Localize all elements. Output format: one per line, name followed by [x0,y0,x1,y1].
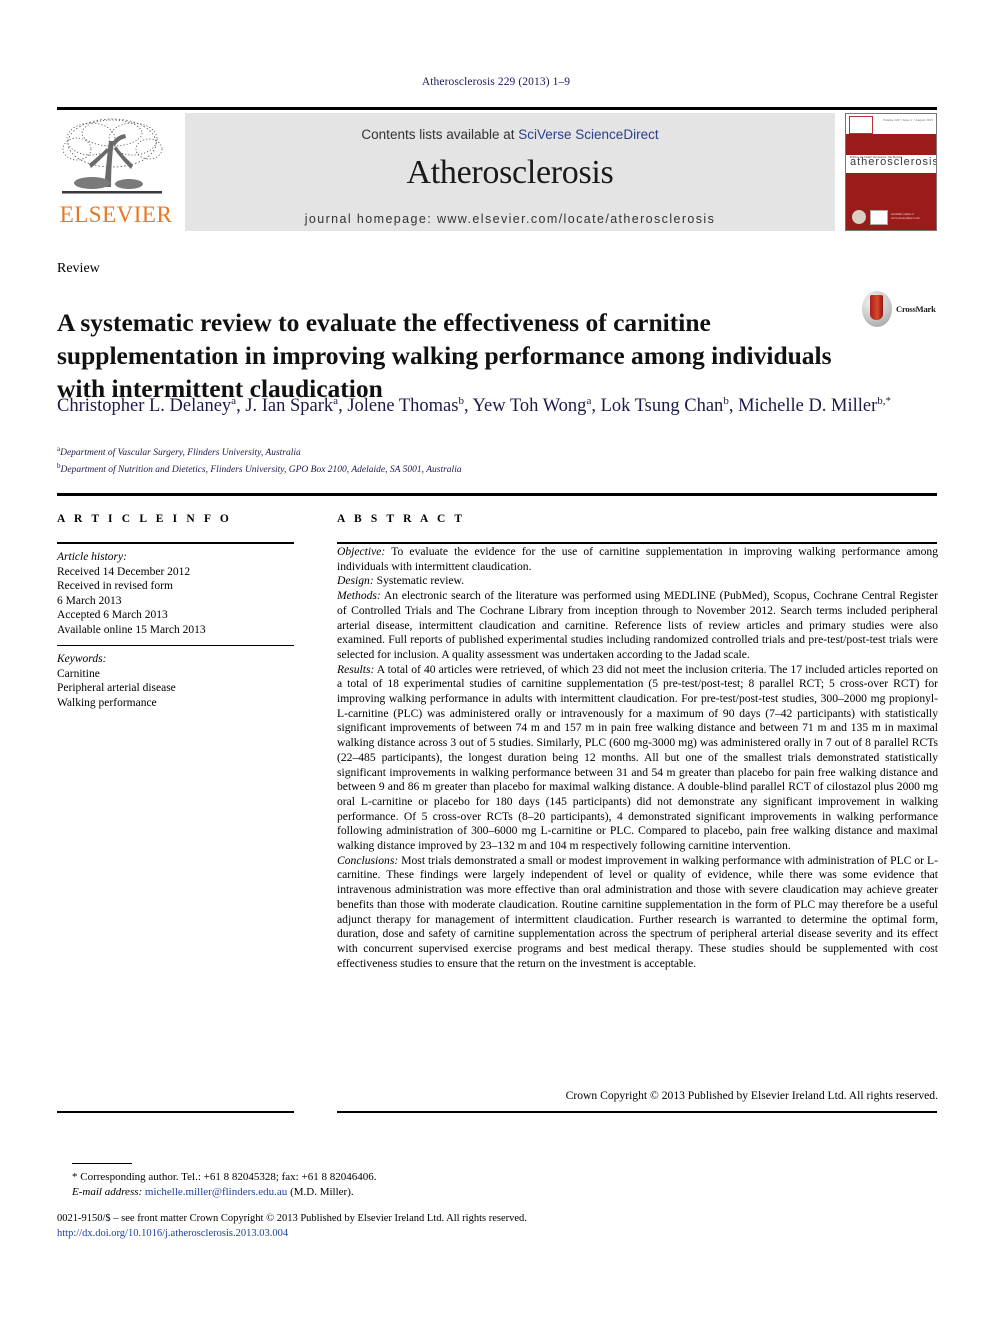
article-info-bottom-rule [57,1111,294,1113]
crossmark-label: CrossMark [896,304,936,314]
abstract-section-text: Systematic review. [373,574,465,588]
cover-volume-note: Volume 229 • Issue 1 • August 2013 [882,118,933,122]
article-history-heading: Article history: [57,551,127,563]
issn-doi-block: 0021-9150/$ – see front matter Crown Cop… [57,1211,937,1241]
sciencedirect-link[interactable]: SciVerse ScienceDirect [518,127,658,142]
keyword-item: Walking performance [57,696,157,709]
affiliation-list: aDepartment of Vascular Surgery, Flinder… [57,443,937,477]
journal-masthead: ELSEVIER Contents lists available at Sci… [57,107,937,231]
crossmark-icon [862,291,892,327]
corresponding-author-note: * Corresponding author. Tel.: +61 8 8204… [72,1171,377,1183]
cover-badge-icon [870,209,888,225]
keyword-item: Peripheral arterial disease [57,682,176,695]
abstract-section-label: Results: [337,662,375,676]
abstract-section-text: A total of 40 articles were retrieved, o… [337,662,938,853]
abstract-body: Objective: To evaluate the evidence for … [337,545,938,971]
cover-seal-icon [851,209,867,225]
abstract-section-label: Objective: [337,545,386,558]
article-history-line: Accepted 6 March 2013 [57,609,168,622]
abstract-copyright: Crown Copyright © 2013 Published by Else… [565,1089,938,1102]
journal-title: Atherosclerosis [406,154,614,191]
abstract-section: Results: A total of 40 articles were ret… [337,663,938,854]
paper-page: Atherosclerosis 229 (2013) 1–9 ELSEVIER … [0,0,992,1323]
abstract-section: Design: Systematic review. [337,574,938,589]
elsevier-wordmark: ELSEVIER [59,202,173,227]
affiliation-text: Department of Vascular Surgery, Flinders… [60,448,301,459]
cover-footer-note: Available online at www.sciencedirect.co… [891,212,920,220]
email-link[interactable]: michelle.miller@flinders.edu.au [145,1186,287,1198]
article-history-line: Available online 15 March 2013 [57,623,206,636]
email-label: E-mail address: [72,1186,143,1198]
keywords-divider-rule [57,645,294,646]
author-list: Christopher L. Delaneya, J. Ian Sparka, … [57,395,892,417]
abstract-section-label: Design: [337,574,374,588]
abstract-rule [337,542,937,544]
cover-top-strip: Volume 229 • Issue 1 • August 2013 [846,114,936,134]
cover-footer: Available online at www.sciencedirect.co… [851,209,931,225]
abstract-section: Methods: An electronic search of the lit… [337,589,938,663]
email-note: E-mail address: michelle.miller@flinders… [72,1185,672,1200]
article-info-rule [57,542,294,544]
abstract-section: Conclusions: Most trials demonstrated a … [337,854,938,972]
abstract-section-text: Most trials demonstrated a small or mode… [337,853,938,970]
elsevier-tree-icon [57,113,167,203]
abstract-section-text: To evaluate the evidence for the use of … [337,545,938,573]
article-history-block: Article history: Received 14 December 20… [57,550,302,638]
affiliation-text: Department of Nutrition and Dietetics, F… [60,465,462,476]
article-info-heading: A R T I C L E I N F O [57,513,232,525]
elsevier-logo: ELSEVIER [57,113,175,231]
running-head: Atherosclerosis 229 (2013) 1–9 [421,76,571,88]
doi-link[interactable]: http://dx.doi.org/10.1016/j.atherosclero… [57,1226,937,1241]
article-history-line: Received in revised form [57,580,173,593]
journal-homepage-link[interactable]: journal homepage: www.elsevier.com/locat… [185,212,835,226]
cover-editor-note: Editor-in-Chief: Professor Jan Borén [850,155,902,159]
keyword-item: Carnitine [57,667,100,680]
contents-available-line: Contents lists available at SciVerse Sci… [185,113,835,142]
journal-band: Contents lists available at SciVerse Sci… [185,113,835,231]
article-type-label: Review [57,261,100,276]
keywords-heading: Keywords: [57,653,107,665]
affiliation-item: bDepartment of Nutrition and Dietetics, … [57,460,937,477]
affiliation-item: aDepartment of Vascular Surgery, Flinder… [57,443,937,460]
keywords-block: Keywords: Carnitine Peripheral arterial … [57,652,302,710]
abstract-heading: A B S T R A C T [337,513,466,525]
section-divider-rule [57,493,937,496]
crossmark-badge[interactable]: CrossMark [862,287,954,331]
cover-elsevier-mini-logo [849,116,873,134]
crossmark-book-shape [870,295,883,320]
abstract-section: Objective: To evaluate the evidence for … [337,545,938,574]
abstract-section-text: An electronic search of the literature w… [337,589,938,661]
footnote-block: * Corresponding author. Tel.: +61 8 8204… [72,1170,672,1200]
journal-cover-thumbnail: Volume 229 • Issue 1 • August 2013 ather… [845,113,937,231]
article-history-line: Received 14 December 2012 [57,565,191,578]
issn-line: 0021-9150/$ – see front matter Crown Cop… [57,1213,527,1224]
contents-prefix: Contents lists available at [361,127,519,142]
abstract-section-label: Conclusions: [337,853,399,867]
article-history-line: 6 March 2013 [57,594,122,607]
footnote-rule [72,1163,132,1164]
abstract-section-label: Methods: [337,589,381,603]
abstract-bottom-rule [337,1111,937,1113]
email-suffix: (M.D. Miller). [290,1186,354,1198]
masthead-top-rule [57,107,937,110]
